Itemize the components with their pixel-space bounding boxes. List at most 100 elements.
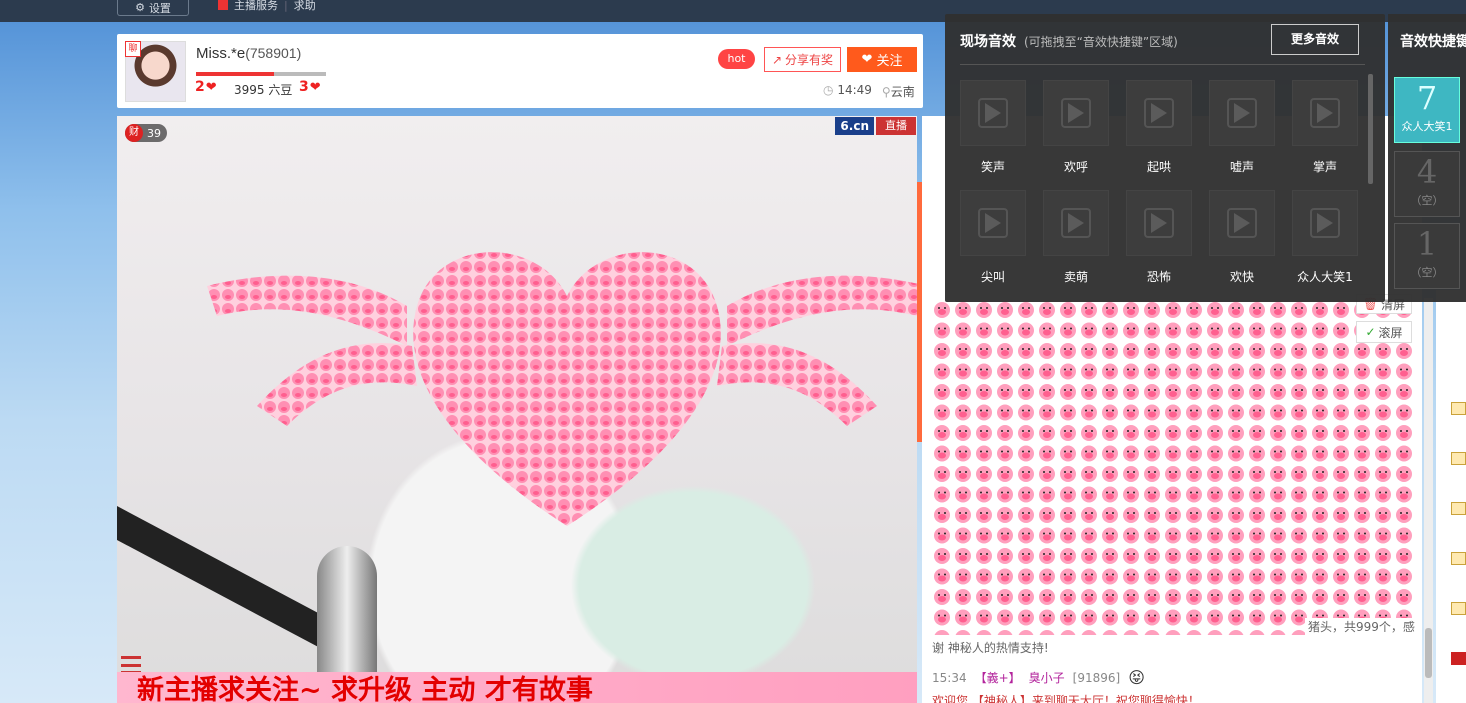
scroll-label: 滚屏 (1378, 325, 1403, 340)
fan-badge[interactable] (1451, 402, 1466, 415)
chat-time: 15:34 (932, 670, 967, 685)
quick-slot-label: （空） (1410, 266, 1444, 279)
level-current-value: 2 (195, 79, 205, 95)
chat-scrollbar[interactable] (1424, 298, 1433, 703)
stream-info: ◷ 14:49 ⚲云南 (823, 83, 915, 100)
location-icon: ⚲ (881, 85, 891, 99)
anchor-name-text: Miss.*e (196, 45, 246, 62)
quick-slot-label: （空） (1410, 194, 1444, 207)
sfx-button[interactable]: 笑声 (960, 80, 1026, 180)
chat-badge: 【義+】 (974, 671, 1021, 685)
play-icon (1061, 98, 1091, 128)
fan-badge[interactable] (1451, 602, 1466, 615)
settings-button[interactable]: ⚙ 设置 (117, 0, 189, 16)
service-icon (218, 0, 228, 10)
level-progress-bar (196, 72, 326, 76)
sfx-button[interactable]: 卖萌 (1043, 190, 1109, 290)
heart-icon: ❤ (861, 52, 873, 67)
gift-tail: 猪头，共999个，感 (1305, 618, 1415, 635)
play-icon (978, 208, 1008, 238)
wealth-badge[interactable]: 财 39 (125, 124, 167, 142)
wealth-count: 39 (147, 126, 161, 140)
follow-label: 关注 (876, 54, 903, 69)
heart-icon: ❤ (309, 79, 321, 95)
follow-button[interactable]: ❤ 关注 (847, 47, 917, 72)
sfx-label: 掌声 (1312, 160, 1337, 174)
sfx-button[interactable]: 恐怖 (1126, 190, 1192, 290)
sfx-tile[interactable] (1126, 190, 1192, 256)
play-icon (1227, 98, 1257, 128)
sfx-button[interactable]: 欢呼 (1043, 80, 1109, 180)
sfx-button[interactable]: 嘘声 (1209, 80, 1275, 180)
sfx-tile[interactable] (960, 80, 1026, 146)
sfx-button[interactable]: 起哄 (1126, 80, 1192, 180)
fan-badge[interactable] (1451, 552, 1466, 565)
hot-badge: hot (718, 49, 755, 69)
quick-slot-number: 1 (1416, 225, 1438, 263)
fan-badge[interactable] (1451, 652, 1466, 665)
sfx-subtitle: (可拖拽至“音效快捷键”区域) (1024, 35, 1178, 49)
anchor-type-badge: 聊 (125, 41, 141, 57)
video-player[interactable]: 财 39 6.cn 直播 新主播求关注~ 求升级 主动 才有故事 (117, 116, 917, 703)
fan-badge[interactable] (1451, 502, 1466, 515)
gear-icon: ⚙ (135, 1, 145, 14)
sfx-tile[interactable] (1126, 80, 1192, 146)
chat-scroll-thumb[interactable] (1425, 628, 1432, 678)
sfx-button[interactable]: 欢快 (1209, 190, 1275, 290)
play-icon (1061, 208, 1091, 238)
location-text: 云南 (890, 85, 915, 99)
more-sfx-button[interactable]: 更多音效 (1271, 24, 1359, 55)
location: ⚲云南 (882, 83, 915, 100)
sfx-label: 欢呼 (1063, 160, 1088, 174)
chat-uid: [91896] (1072, 670, 1121, 685)
quick-slot[interactable]: 7 众人大笑1 (1394, 77, 1460, 143)
quick-slot-label: 众人大笑1 (1401, 120, 1453, 133)
sfx-tile[interactable] (1043, 80, 1109, 146)
play-icon (978, 98, 1008, 128)
fan-badge[interactable] (1451, 452, 1466, 465)
time-text: 14:49 (837, 83, 872, 97)
play-icon (1310, 208, 1340, 238)
help-link[interactable]: 求助 (294, 0, 316, 13)
sfx-label: 起哄 (1146, 160, 1171, 174)
share-button[interactable]: ↗ 分享有奖 (764, 47, 841, 72)
level-progress-fill (196, 72, 274, 76)
play-icon (1227, 208, 1257, 238)
sfx-tile[interactable] (1209, 80, 1275, 146)
sfx-label: 嘘声 (1229, 160, 1254, 174)
level-next: 3 ❤ (299, 79, 321, 95)
live-badge: 直播 (876, 117, 916, 135)
sfx-scrollbar[interactable] (1368, 74, 1373, 184)
sfx-label: 卖萌 (1063, 270, 1088, 284)
quick-slot-number: 4 (1416, 153, 1438, 191)
sfx-title: 现场音效 (960, 34, 1016, 50)
heart-icon: ❤ (205, 79, 217, 95)
quick-slot[interactable]: 1 （空） (1394, 223, 1460, 289)
sfx-label: 众人大笑1 (1297, 270, 1353, 284)
chat-welcome: 欢迎您 【神秘人】来到聊天大厅！祝您聊得愉快！ (932, 694, 1200, 703)
gift-pig-grid (932, 300, 1412, 635)
quick-slot[interactable]: 4 （空） (1394, 151, 1460, 217)
sfx-tile[interactable] (1292, 80, 1358, 146)
level-current: 2 ❤ (195, 79, 217, 95)
settings-label: 设置 (148, 1, 171, 15)
clock-icon: ◷ (823, 83, 834, 97)
chat-username[interactable]: 臭小子 (1029, 669, 1065, 686)
sfx-tile[interactable] (1292, 190, 1358, 256)
sfx-tile[interactable] (960, 190, 1026, 256)
anchor-service-link[interactable]: 主播服务 | 求助 (218, 0, 316, 13)
gift-animation-heart (207, 252, 917, 527)
sfx-divider (960, 64, 1365, 65)
sfx-tile[interactable] (1209, 190, 1275, 256)
marquee-banner: 新主播求关注~ 求升级 主动 才有故事 (117, 672, 917, 703)
play-icon (1144, 98, 1174, 128)
scroll-screen-toggle[interactable]: ✓ 滚屏 (1356, 321, 1412, 343)
check-icon: ✓ (1365, 325, 1376, 339)
sfx-button[interactable]: 掌声 (1292, 80, 1358, 180)
anchor-name[interactable]: Miss.*e(758901) (196, 45, 301, 62)
sfx-button[interactable]: 尖叫 (960, 190, 1026, 290)
sfx-quick-panel: 音效快捷键 7 众人大笑1 4 （空） 1 （空） (1388, 14, 1466, 302)
service-label: 主播服务 (234, 0, 278, 12)
sfx-tile[interactable] (1043, 190, 1109, 256)
sfx-button[interactable]: 众人大笑1 (1292, 190, 1358, 290)
